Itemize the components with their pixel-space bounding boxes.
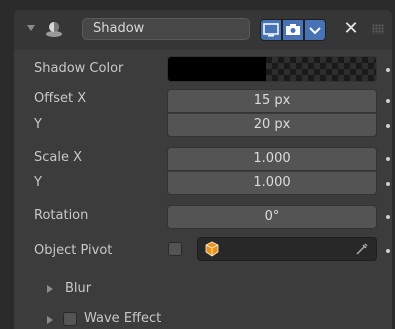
scale-x-label: Scale X <box>34 150 83 165</box>
keyframe-dot-icon[interactable] <box>386 215 390 219</box>
object-pivot-checkbox[interactable] <box>168 242 182 256</box>
object-pivot-field[interactable] <box>197 237 377 261</box>
collapse-arrow-icon[interactable] <box>27 25 35 31</box>
expand-arrow-icon[interactable] <box>47 316 53 324</box>
keyframe-dot-icon[interactable] <box>386 124 390 128</box>
rotation-field[interactable]: 0° <box>167 205 377 229</box>
scale-x-field[interactable]: 1.000 <box>167 147 377 171</box>
offset-y-field[interactable]: 20 px <box>167 113 377 137</box>
blur-subpanel-label[interactable]: Blur <box>65 280 91 298</box>
keyframe-dot-icon[interactable] <box>386 99 390 103</box>
wave-effect-checkbox[interactable] <box>63 312 77 326</box>
alpha-checker <box>265 57 376 81</box>
scale-y-label: Y <box>34 175 42 190</box>
show-in-render-button[interactable] <box>282 19 304 41</box>
keyframe-dot-icon[interactable] <box>386 182 390 186</box>
wave-effect-subpanel-label[interactable]: Wave Effect <box>84 310 161 328</box>
chevron-down-icon <box>309 27 321 35</box>
keyframe-dot-icon[interactable] <box>386 157 390 161</box>
monitor-icon <box>263 23 279 37</box>
offset-x-label: Offset X <box>34 91 87 106</box>
modifier-panel: Shadow ✕ Shadow Color Offset X 15 px Y 2… <box>14 10 392 329</box>
expand-arrow-icon[interactable] <box>47 285 53 293</box>
visibility-toggles <box>260 19 326 41</box>
eyedropper-icon[interactable] <box>354 241 370 257</box>
options-dropdown-button[interactable] <box>304 19 326 41</box>
scale-y-field[interactable]: 1.000 <box>167 171 377 195</box>
offset-y-label: Y <box>34 117 42 132</box>
shadow-color-label: Shadow Color <box>34 61 124 76</box>
keyframe-dot-icon[interactable] <box>386 249 390 253</box>
shadow-color-field[interactable] <box>167 56 377 82</box>
shadow-modifier-icon <box>46 22 62 37</box>
camera-icon <box>286 24 300 35</box>
modifier-name-field[interactable]: Shadow <box>82 18 250 40</box>
keyframe-dot-icon[interactable] <box>386 68 390 72</box>
modifier-header: Shadow ✕ <box>14 10 392 50</box>
show-in-viewport-button[interactable] <box>260 19 282 41</box>
offset-x-field[interactable]: 15 px <box>167 89 377 113</box>
object-cube-icon <box>205 241 219 257</box>
close-icon[interactable]: ✕ <box>341 19 361 39</box>
drag-handle-icon[interactable] <box>372 24 384 34</box>
object-pivot-label: Object Pivot <box>34 243 113 258</box>
rotation-label: Rotation <box>34 208 89 223</box>
